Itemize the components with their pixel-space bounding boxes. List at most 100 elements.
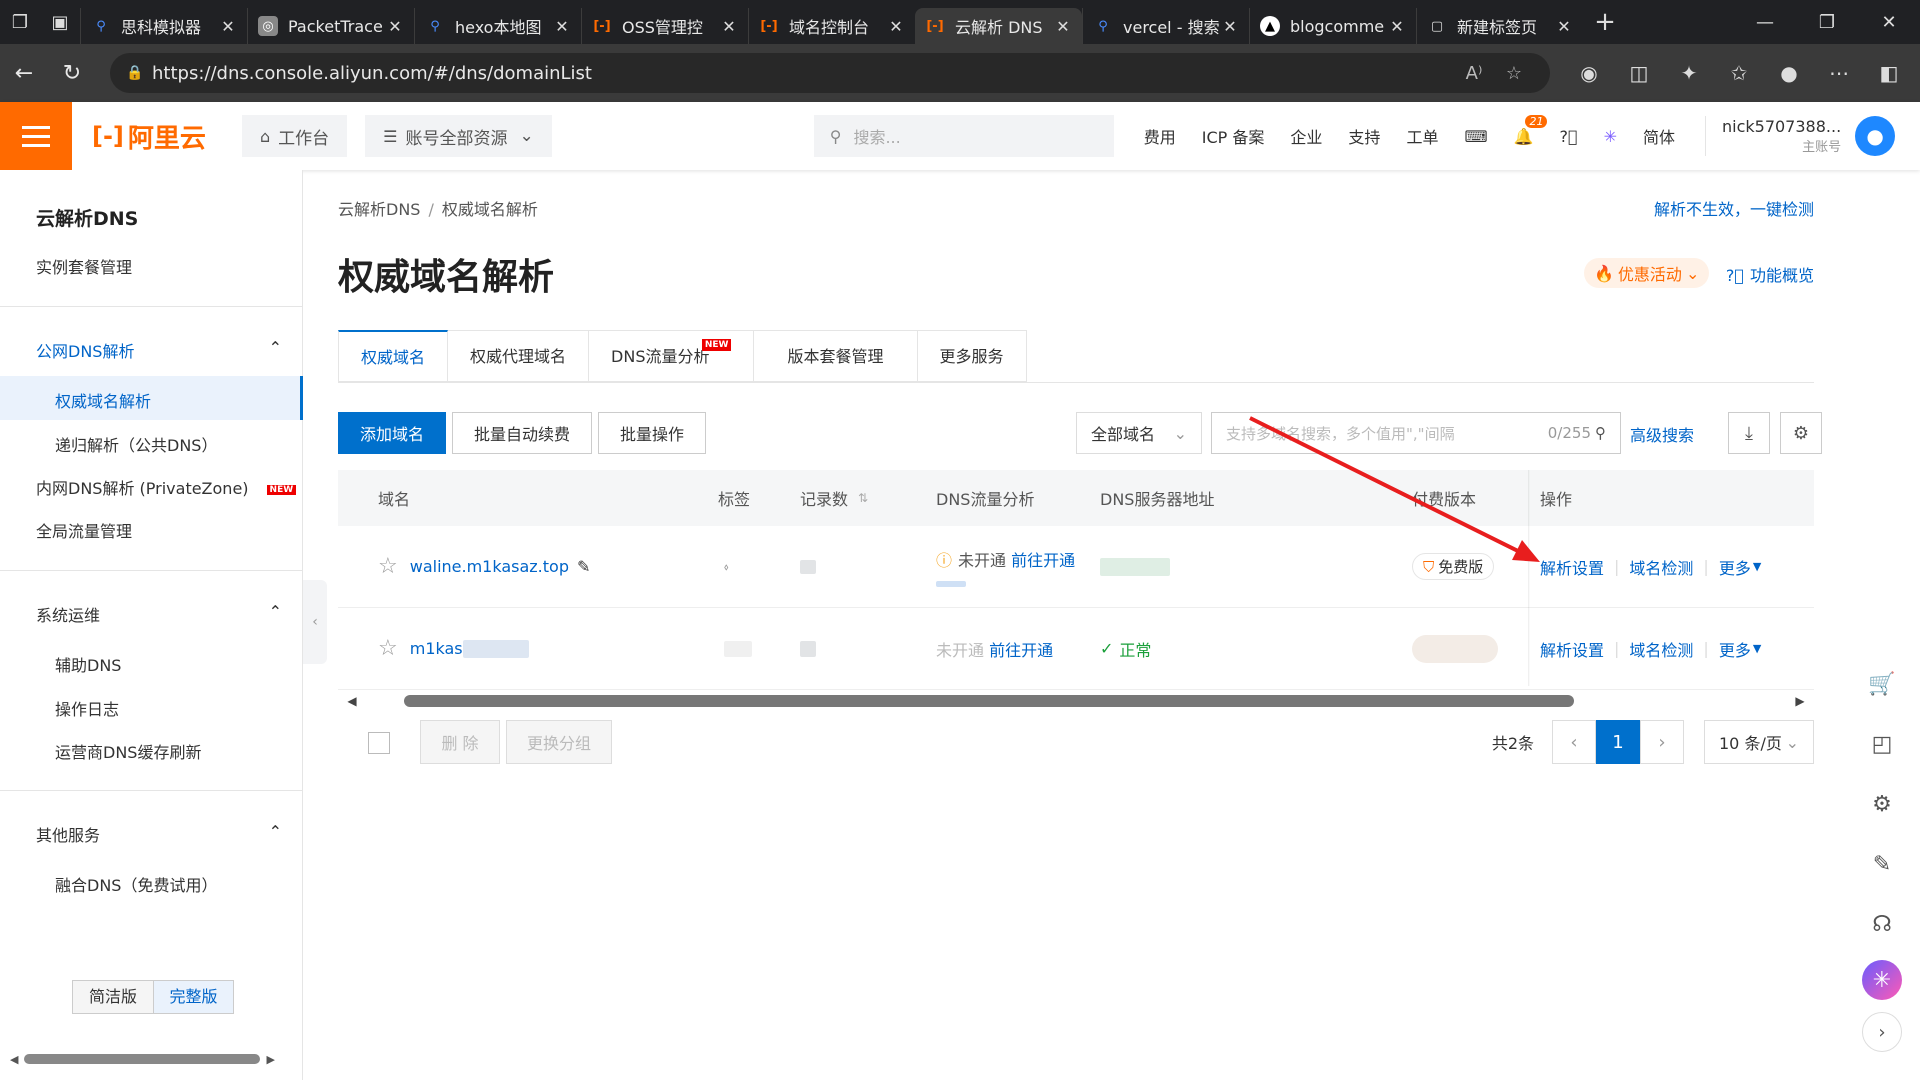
dns-settings-link[interactable]: 解析设置 <box>1540 555 1604 579</box>
browser-tab[interactable]: [-] 域名控制台 ✕ <box>748 8 915 44</box>
bell-icon[interactable]: 🔔 21 <box>1514 114 1548 146</box>
minimize-icon[interactable]: — <box>1734 12 1796 33</box>
extension-owl-icon[interactable]: ◉ <box>1564 61 1614 85</box>
close-icon[interactable]: ✕ <box>1221 17 1239 36</box>
link-fees[interactable]: 费用 <box>1144 124 1176 148</box>
tag-icon[interactable]: ⬫ <box>724 526 729 607</box>
page-size-select[interactable]: 10 条/页 ⌄ <box>1704 720 1814 764</box>
link-enterprise[interactable]: 企业 <box>1290 124 1322 148</box>
simple-version-button[interactable]: 简洁版 <box>73 981 153 1013</box>
ai-assistant-icon[interactable]: ✳ <box>1604 127 1617 146</box>
sidebar-group-public-dns[interactable]: 公网DNS解析 ⌃ <box>36 338 282 362</box>
close-icon[interactable]: ✕ <box>887 17 905 36</box>
domain-check-link[interactable]: 域名检测 <box>1629 555 1693 579</box>
enable-traffic-link[interactable]: 前往开通 <box>1011 551 1075 570</box>
scroll-left-icon[interactable]: ◀ <box>10 1053 18 1066</box>
close-icon[interactable]: ✕ <box>1054 17 1072 36</box>
table-scrollbar[interactable]: ◀ ▶ <box>338 690 1814 712</box>
sidebar-item-cache-refresh[interactable]: 运营商DNS缓存刷新 <box>55 739 201 763</box>
tab-plan-management[interactable]: 版本套餐管理 <box>754 330 918 382</box>
cart-icon[interactable]: 🛒 <box>1858 660 1906 708</box>
browser-tab[interactable]: ⚲ hexo本地图 ✕ <box>414 8 581 44</box>
domain-search-input[interactable]: 支持多域名搜索，多个值用","间隔 0/255 ⚲ <box>1211 412 1621 454</box>
one-click-check-link[interactable]: 解析不生效，一键检测 <box>1654 196 1814 220</box>
sidebar-item-fusion-dns[interactable]: 融合DNS（免费试用） <box>55 872 217 896</box>
sidebar-group-other[interactable]: 其他服务 ⌃ <box>36 822 282 846</box>
close-icon[interactable]: ✕ <box>1388 17 1406 36</box>
tab-proxy-domains[interactable]: 权威代理域名 <box>448 330 590 382</box>
profile-icon[interactable]: ● <box>1764 61 1814 85</box>
browser-tab-active[interactable]: [-] 云解析 DNS ✕ <box>915 8 1082 44</box>
extension-icon[interactable]: ◫ <box>1614 61 1664 85</box>
scroll-right-icon[interactable]: ▶ <box>1786 694 1814 708</box>
scroll-track[interactable] <box>366 695 1786 707</box>
sidebar-icon[interactable]: ◧ <box>1864 61 1914 85</box>
prev-page-icon[interactable]: ‹ <box>1552 720 1596 764</box>
more-dropdown[interactable]: 更多 <box>1719 555 1751 579</box>
close-icon[interactable]: ✕ <box>1555 17 1573 36</box>
browser-tab[interactable]: ⚲ vercel - 搜索 ✕ <box>1082 8 1249 44</box>
url-bar[interactable]: 🔒 https://dns.console.aliyun.com/#/dns/d… <box>110 53 1550 93</box>
ai-doc-icon[interactable]: ◰ <box>1858 720 1906 768</box>
sidebar-item-auth-dns[interactable]: 权威域名解析 <box>55 388 151 412</box>
tab-more-services[interactable]: 更多服务 <box>917 330 1027 382</box>
more-dropdown[interactable]: 更多 <box>1719 637 1751 661</box>
batch-operation-button[interactable]: 批量操作 <box>598 412 706 454</box>
full-version-button[interactable]: 完整版 <box>153 981 233 1013</box>
chevron-right-icon[interactable]: › <box>1862 1012 1902 1052</box>
close-icon[interactable]: ✕ <box>219 17 237 36</box>
menu-icon[interactable] <box>0 102 72 170</box>
aliyun-logo[interactable]: [-] 阿里云 <box>92 118 242 155</box>
tab-actions-icon[interactable]: ▣ <box>40 0 80 44</box>
select-all-checkbox[interactable] <box>368 732 390 754</box>
sidebar-item-aux-dns[interactable]: 辅助DNS <box>55 652 121 676</box>
read-aloud-icon[interactable]: A⁾ <box>1454 63 1494 84</box>
edit-icon[interactable]: ✎ <box>1858 840 1906 888</box>
lock-icon[interactable]: 🔒 <box>126 65 152 81</box>
close-icon[interactable]: ✕ <box>553 17 571 36</box>
back-icon[interactable]: ← <box>0 61 48 86</box>
browser-tab[interactable]: ◎ PacketTrace ✕ <box>247 8 414 44</box>
user-menu[interactable]: nick5707388... 主账号 ● <box>1704 116 1896 156</box>
domain-check-link[interactable]: 域名检测 <box>1629 637 1693 661</box>
global-search-input[interactable]: ⚲ 搜索... <box>813 115 1114 157</box>
sidebar-collapse-handle[interactable]: ‹ <box>303 580 327 664</box>
reload-icon[interactable]: ↻ <box>48 61 96 86</box>
language-switch[interactable]: 简体 <box>1643 124 1675 148</box>
change-group-button[interactable]: 更换分组 <box>506 720 612 764</box>
gear-icon[interactable]: ⚙ <box>1780 412 1822 454</box>
browser-tab[interactable]: ⚲ 思科模拟器 ✕ <box>80 8 247 44</box>
download-icon[interactable]: ⤓ <box>1728 412 1770 454</box>
domain-link[interactable]: waline.m1kasaz.top <box>410 557 569 576</box>
close-window-icon[interactable]: ✕ <box>1858 12 1920 33</box>
close-icon[interactable]: ✕ <box>386 17 404 36</box>
promo-button[interactable]: 🔥 优惠活动 ⌄ <box>1584 258 1710 288</box>
search-icon[interactable]: ⚲ <box>1595 424 1606 442</box>
tab-auth-domains[interactable]: 权威域名 <box>338 330 449 382</box>
domain-link[interactable]: m1kas <box>410 639 463 658</box>
terminal-icon[interactable]: ⌨ <box>1464 127 1487 146</box>
batch-renew-button[interactable]: 批量自动续费 <box>452 412 592 454</box>
enable-traffic-link[interactable]: 前往开通 <box>989 641 1053 660</box>
ai-assistant-icon[interactable]: ✳ <box>1862 960 1902 1000</box>
new-tab-button[interactable]: + <box>1583 7 1627 37</box>
sort-icon[interactable]: ⇅ <box>858 491 868 505</box>
scroll-right-icon[interactable]: ▶ <box>266 1053 274 1066</box>
link-ticket[interactable]: 工单 <box>1406 124 1438 148</box>
link-icp[interactable]: ICP 备案 <box>1202 124 1265 148</box>
scroll-thumb[interactable] <box>404 695 1574 707</box>
sidebar-item-instance[interactable]: 实例套餐管理 <box>36 254 132 278</box>
sidebar-item-privatezone[interactable]: 内网DNS解析 (PrivateZone) NEW <box>36 475 297 499</box>
help-icon[interactable]: ?⃝ <box>1559 127 1577 146</box>
avatar[interactable]: ● <box>1855 116 1896 156</box>
breadcrumb-root[interactable]: 云解析DNS <box>338 200 420 219</box>
delete-button[interactable]: 删 除 <box>420 720 500 764</box>
restore-icon[interactable]: ❐ <box>1796 12 1858 33</box>
gear-icon[interactable]: ⚙ <box>1858 780 1906 828</box>
url-text[interactable]: https://dns.console.aliyun.com/#/dns/dom… <box>152 63 1454 84</box>
edit-icon[interactable]: ✎ <box>577 557 590 576</box>
resources-dropdown[interactable]: ☰ 账号全部资源 ⌄ <box>365 115 552 157</box>
browser-tab[interactable]: ▲ blogcomme ✕ <box>1249 8 1416 44</box>
domain-filter-select[interactable]: 全部域名 ⌄ <box>1076 412 1202 454</box>
tab-dns-traffic[interactable]: DNS流量分析 NEW <box>589 330 755 382</box>
